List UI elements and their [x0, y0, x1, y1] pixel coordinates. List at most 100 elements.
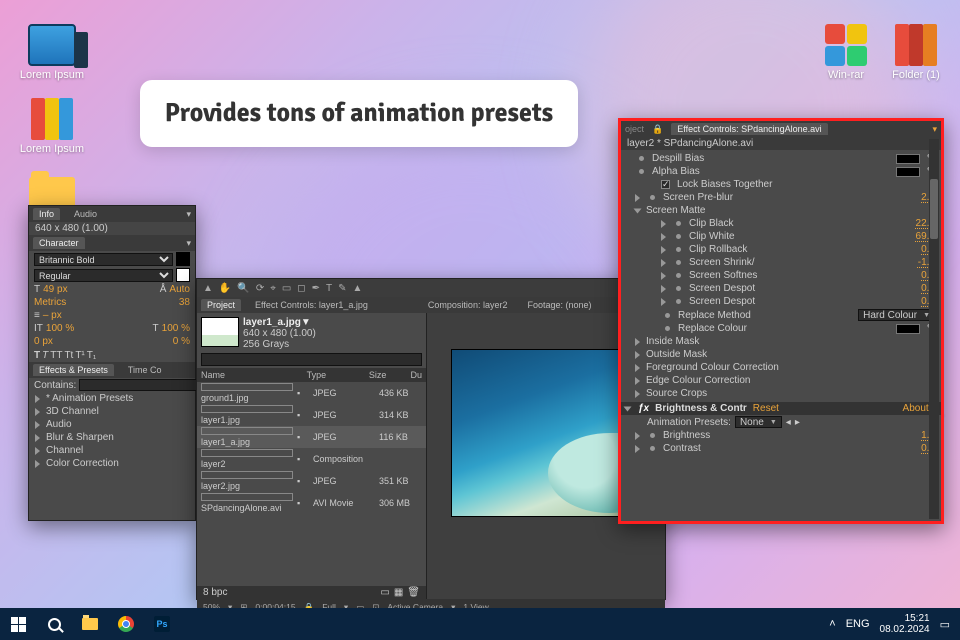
- tab-character[interactable]: Character: [33, 237, 85, 249]
- effect-property-row[interactable]: Replace Colour✎: [621, 322, 941, 335]
- tab-info[interactable]: Info: [33, 208, 60, 220]
- hscale-field[interactable]: 100 %: [162, 323, 190, 334]
- color-swatch[interactable]: [896, 154, 920, 164]
- effect-property-row[interactable]: Clip Rollback0.0: [621, 243, 941, 256]
- panel-menu-icon[interactable]: ▾: [186, 209, 191, 220]
- effect-property-row[interactable]: Lock Biases Together: [621, 178, 941, 191]
- effect-brightness-contrast-header[interactable]: ƒx Brightness & Contr Reset About...: [621, 402, 941, 415]
- kerning-field[interactable]: Metrics: [34, 297, 66, 308]
- tab-audio[interactable]: Audio: [68, 208, 103, 220]
- taskbar-photoshop-button[interactable]: Ps: [144, 608, 180, 640]
- effect-property-row[interactable]: Clip White69.0: [621, 230, 941, 243]
- project-file-row[interactable]: layer2.jpg▪JPEG351 KB: [197, 470, 426, 492]
- checkbox[interactable]: [661, 180, 670, 189]
- desktop-icon-winrar[interactable]: Win-rar: [810, 24, 882, 81]
- effect-property-row[interactable]: Despill Bias✎: [621, 152, 941, 165]
- effect-property-row[interactable]: Screen Despot0.0: [621, 295, 941, 308]
- scrollbar-thumb[interactable]: [930, 179, 938, 239]
- taskbar-search-button[interactable]: [36, 608, 72, 640]
- stopwatch-icon[interactable]: [676, 260, 681, 265]
- tool-brush-icon[interactable]: ✎: [338, 283, 346, 294]
- tray-clock[interactable]: 15:21 08.02.2024: [880, 613, 930, 635]
- effect-reset-link[interactable]: Reset: [753, 403, 779, 414]
- ep-item[interactable]: Blur & Sharpen: [29, 431, 195, 444]
- panel-info-character[interactable]: Info Audio ▾ 640 x 480 (1.00) Character …: [28, 205, 196, 521]
- tab-effect-controls-clip[interactable]: Effect Controls: SPdancingAlone.avi: [671, 123, 827, 135]
- stopwatch-icon[interactable]: [650, 433, 655, 438]
- desktop-icon-folder1[interactable]: Folder (1): [880, 24, 952, 81]
- leading-field[interactable]: Auto: [169, 284, 190, 295]
- tab-project-truncated[interactable]: oject: [625, 124, 644, 134]
- ep-item[interactable]: Audio: [29, 418, 195, 431]
- tool-zoom-icon[interactable]: 🔍: [237, 283, 249, 294]
- ep-search-input[interactable]: [79, 379, 198, 391]
- stopwatch-icon[interactable]: [676, 273, 681, 278]
- project-file-row[interactable]: layer2▪Composition: [197, 448, 426, 470]
- effect-property-row[interactable]: Screen Softnes0.0: [621, 269, 941, 282]
- stopwatch-icon[interactable]: [676, 247, 681, 252]
- project-search-input[interactable]: [201, 353, 422, 366]
- panel-menu-icon[interactable]: ▾: [186, 238, 191, 249]
- vscale-field[interactable]: 100 %: [46, 323, 74, 334]
- project-file-row[interactable]: layer1.jpg▪JPEG314 KB: [197, 404, 426, 426]
- animation-presets-dropdown[interactable]: None▼: [735, 416, 782, 428]
- effect-property-row[interactable]: Alpha Bias✎: [621, 165, 941, 178]
- effect-section[interactable]: Outside Mask: [621, 348, 941, 361]
- tool-panbehind-icon[interactable]: ▭: [282, 283, 291, 294]
- superscript-button[interactable]: T¹: [75, 350, 84, 361]
- fill-swatch[interactable]: [176, 252, 190, 266]
- ep-item[interactable]: 3D Channel: [29, 405, 195, 418]
- smallcaps-button[interactable]: Tt: [64, 350, 73, 361]
- tool-mask-icon[interactable]: ◻: [297, 283, 305, 294]
- panel-scrollbar[interactable]: [929, 139, 939, 519]
- start-button[interactable]: [0, 608, 36, 640]
- taskbar-chrome-button[interactable]: [108, 608, 144, 640]
- new-comp-icon[interactable]: ▦: [394, 587, 403, 598]
- allcaps-button[interactable]: TT: [50, 350, 62, 361]
- tray-notifications-icon[interactable]: ▭: [940, 618, 950, 631]
- font-style-select[interactable]: Regular: [34, 269, 173, 282]
- tab-composition[interactable]: Composition: layer2: [422, 299, 514, 311]
- stopwatch-icon[interactable]: [650, 446, 655, 451]
- stopwatch-icon[interactable]: [665, 313, 670, 318]
- stopwatch-icon[interactable]: [676, 286, 681, 291]
- bpc-indicator[interactable]: 8 bpc: [203, 587, 227, 598]
- project-file-row[interactable]: SPdancingAlone.avi▪AVI Movie306 MB: [197, 492, 426, 514]
- panel-effect-controls[interactable]: oject 🔒 Effect Controls: SPdancingAlone.…: [618, 118, 944, 524]
- tracking-field[interactable]: 38: [179, 297, 190, 308]
- tray-chevron-icon[interactable]: ˄: [829, 618, 835, 630]
- color-swatch[interactable]: [896, 167, 920, 177]
- ep-item[interactable]: Color Correction: [29, 457, 195, 470]
- font-family-select[interactable]: Britannic Bold: [34, 253, 173, 266]
- disclosure-icon[interactable]: [624, 406, 632, 411]
- effect-property-row[interactable]: Screen Pre-blur2.2: [621, 191, 941, 204]
- ep-item[interactable]: Channel: [29, 444, 195, 457]
- stopwatch-icon[interactable]: [676, 299, 681, 304]
- stopwatch-icon[interactable]: [676, 221, 681, 226]
- stopwatch-icon[interactable]: [650, 195, 655, 200]
- baseline-field[interactable]: – px: [43, 310, 62, 321]
- tab-footage[interactable]: Footage: (none): [521, 299, 597, 311]
- tool-camera-icon[interactable]: ⌖: [270, 283, 276, 294]
- effect-property-row[interactable]: Brightness1.6: [621, 429, 941, 442]
- panel-menu-icon[interactable]: ▾: [932, 124, 937, 135]
- stroke-pct-field[interactable]: 0 %: [173, 336, 190, 347]
- effect-section[interactable]: Inside Mask: [621, 335, 941, 348]
- effect-section[interactable]: Source Crops: [621, 387, 941, 400]
- effect-property-row[interactable]: Replace MethodHard Colour▼: [621, 308, 941, 322]
- tool-pen-icon[interactable]: ✒: [312, 283, 320, 294]
- tool-type-icon[interactable]: T: [326, 283, 332, 294]
- next-preset-icon[interactable]: ▸: [795, 417, 800, 428]
- project-file-row[interactable]: layer1_a.jpg▪JPEG116 KB: [197, 426, 426, 448]
- font-size-field[interactable]: 49 px: [43, 284, 67, 295]
- stopwatch-icon[interactable]: [665, 326, 670, 331]
- subscript-button[interactable]: T₁: [87, 350, 96, 361]
- tool-selection-icon[interactable]: ▲: [203, 283, 213, 294]
- faux-bold-button[interactable]: T: [34, 350, 40, 361]
- stopwatch-icon[interactable]: [639, 156, 644, 161]
- taskbar-explorer-button[interactable]: [72, 608, 108, 640]
- stopwatch-icon[interactable]: [676, 234, 681, 239]
- stopwatch-icon[interactable]: [639, 169, 644, 174]
- effect-property-row[interactable]: Screen Despot0.0: [621, 282, 941, 295]
- desktop-icon-binders[interactable]: Lorem Ipsum: [16, 98, 88, 155]
